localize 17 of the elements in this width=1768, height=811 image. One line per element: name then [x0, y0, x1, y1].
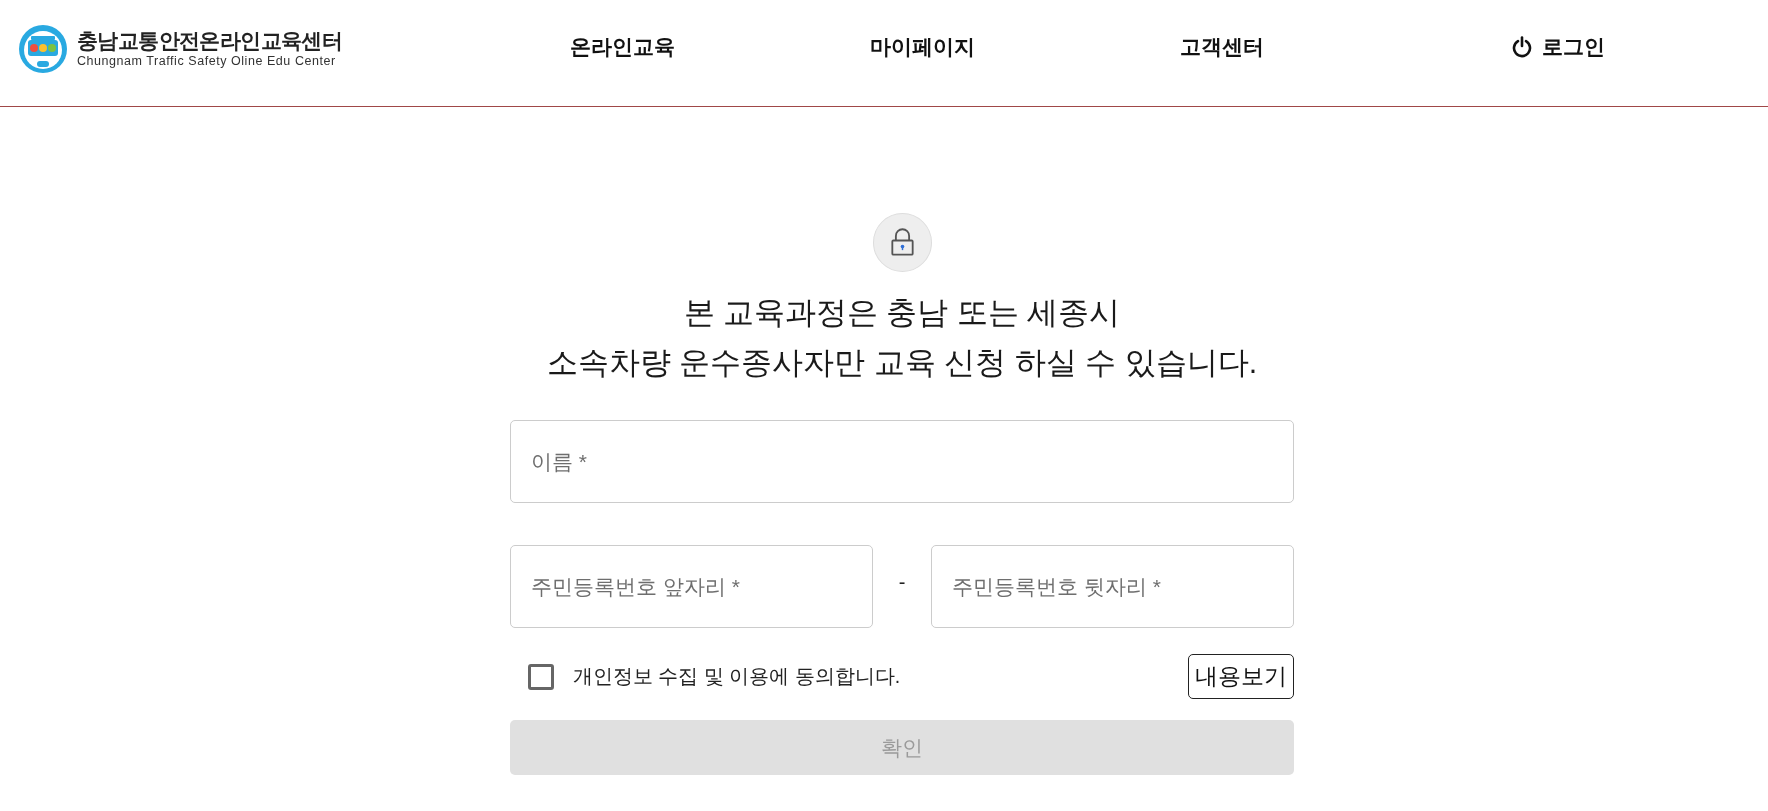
- nav-link[interactable]: 마이페이지: [869, 33, 975, 61]
- name-input[interactable]: 이름 *: [510, 420, 1294, 503]
- login-link[interactable]: 로그인: [1511, 33, 1605, 61]
- logo-title[interactable]: 충남교통안전온라인교육센터: [77, 30, 343, 51]
- nav-link[interactable]: 고객센터: [1180, 33, 1264, 61]
- nav-link[interactable]: 온라인교육: [569, 33, 675, 61]
- power-icon: [1511, 36, 1532, 58]
- view-content-button[interactable]: 내용보기: [1188, 654, 1294, 699]
- consent-label[interactable]: 개인정보 수집 및 이용에 동의합니다.: [573, 663, 901, 690]
- ssn-separator: -: [897, 571, 907, 594]
- logo-subtitle: Chungnam Traffic Safety Oline Edu Center: [77, 55, 337, 68]
- logo-icon[interactable]: [17, 23, 69, 75]
- ssn-front-input[interactable]: 주민등록번호 앞자리 *: [510, 545, 873, 628]
- lock-icon: [872, 213, 932, 272]
- consent-checkbox[interactable]: [528, 663, 554, 690]
- notice-text: 본 교육과정은 충남 또는 세종시 소속차량 운수종사자만 교육 신청 하실 수 있습니다.: [546, 294, 1258, 381]
- ssn-back-input[interactable]: 주민등록번호 뒷자리 *: [931, 545, 1294, 628]
